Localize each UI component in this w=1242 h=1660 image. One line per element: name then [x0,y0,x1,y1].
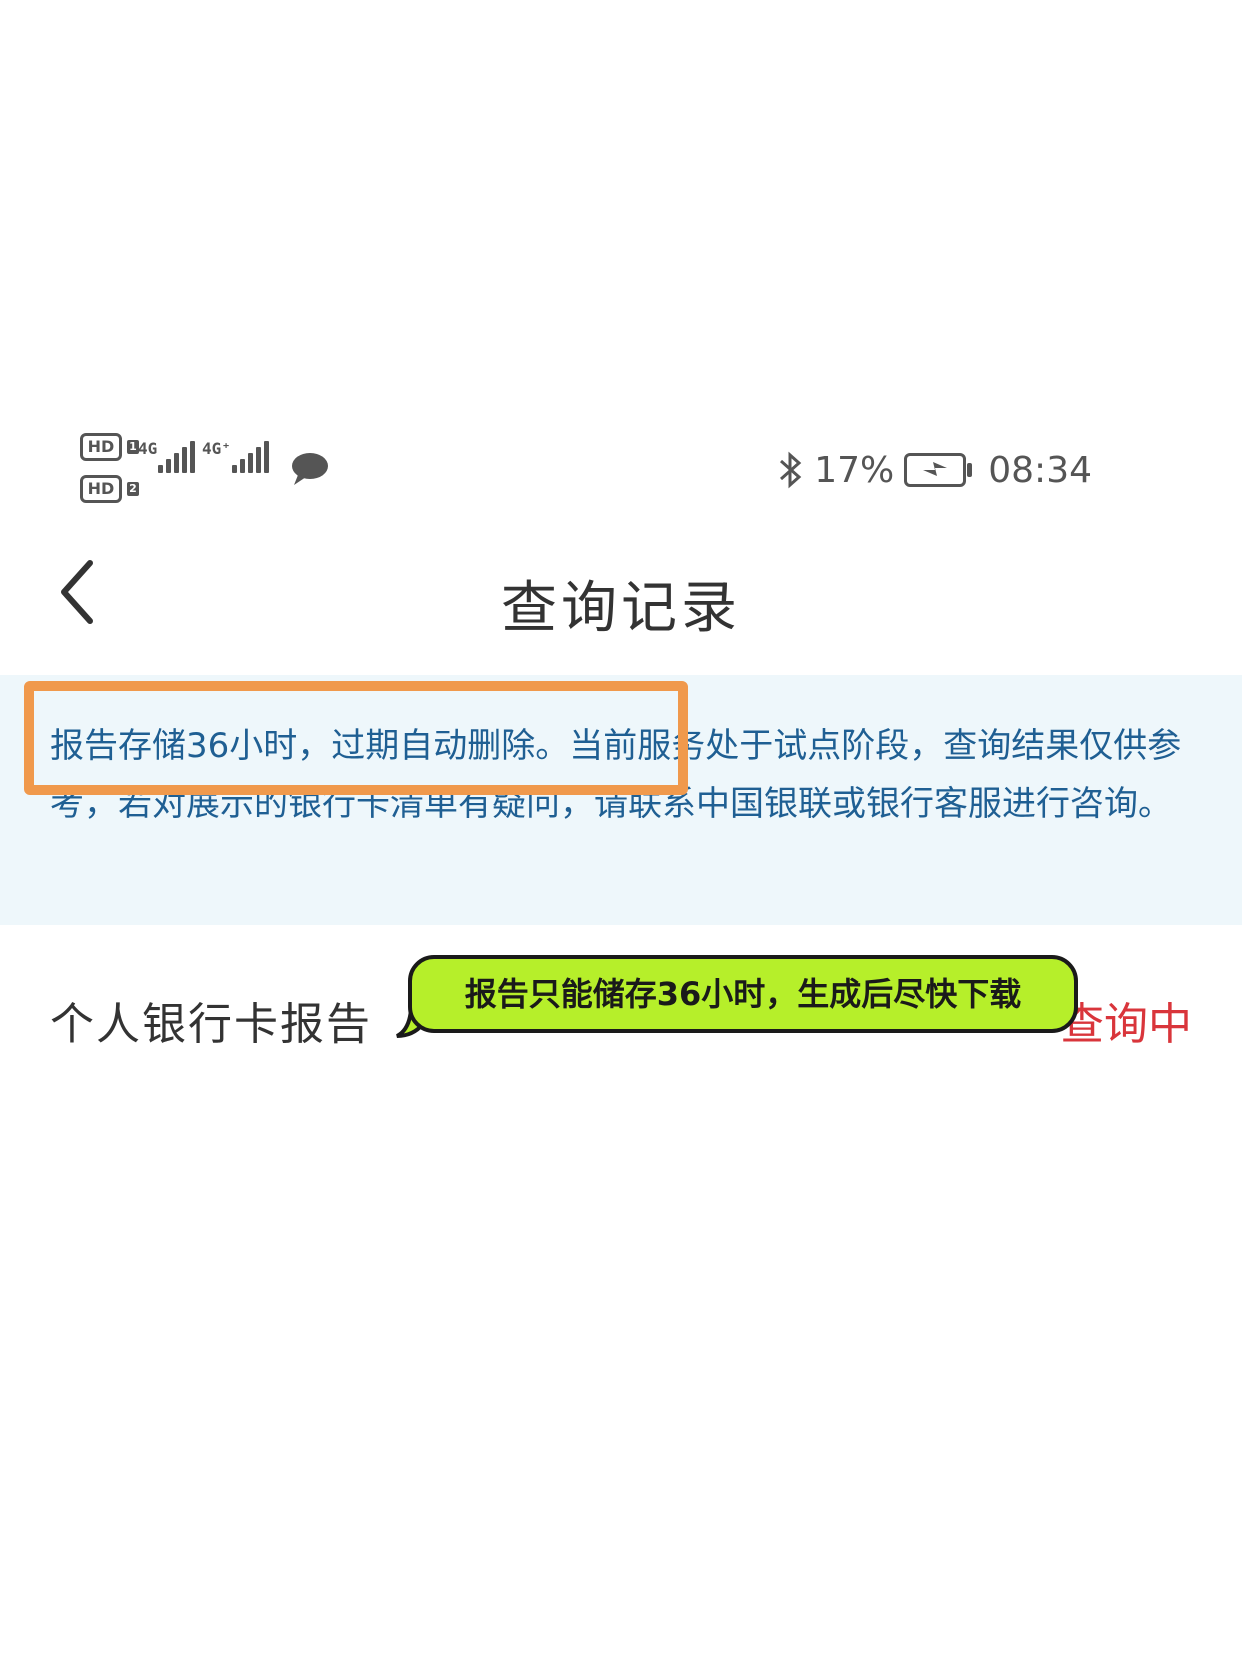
highlight-annotation-box [24,681,688,795]
battery-percent: 17% [814,449,895,491]
page-title: 查询记录 [501,576,741,641]
clock: 08:34 [988,449,1092,491]
report-status: 查询中 [1060,999,1192,1050]
hd-badge-2: HD 2 [80,475,139,503]
signal-icon: 4G [138,439,195,473]
hd-badge-1: HD 1 [80,433,139,461]
nav-bar: 查询记录 [0,545,1242,645]
message-icon [292,453,328,485]
signal-icon-2: 4G⁺ [202,439,269,473]
status-bar: HD 1 HD 2 4G 4G⁺ 17% 08:34 [0,425,1242,505]
sim-indicators: HD 1 HD 2 [80,433,139,517]
status-right: 17% 08:34 [778,445,1092,495]
report-label: 个人银行卡报告 [50,999,372,1050]
annotation-callout: 报告只能储存36小时，生成后尽快下载 [408,955,1078,1033]
battery-charging-icon [904,453,973,487]
bluetooth-icon [780,451,802,489]
